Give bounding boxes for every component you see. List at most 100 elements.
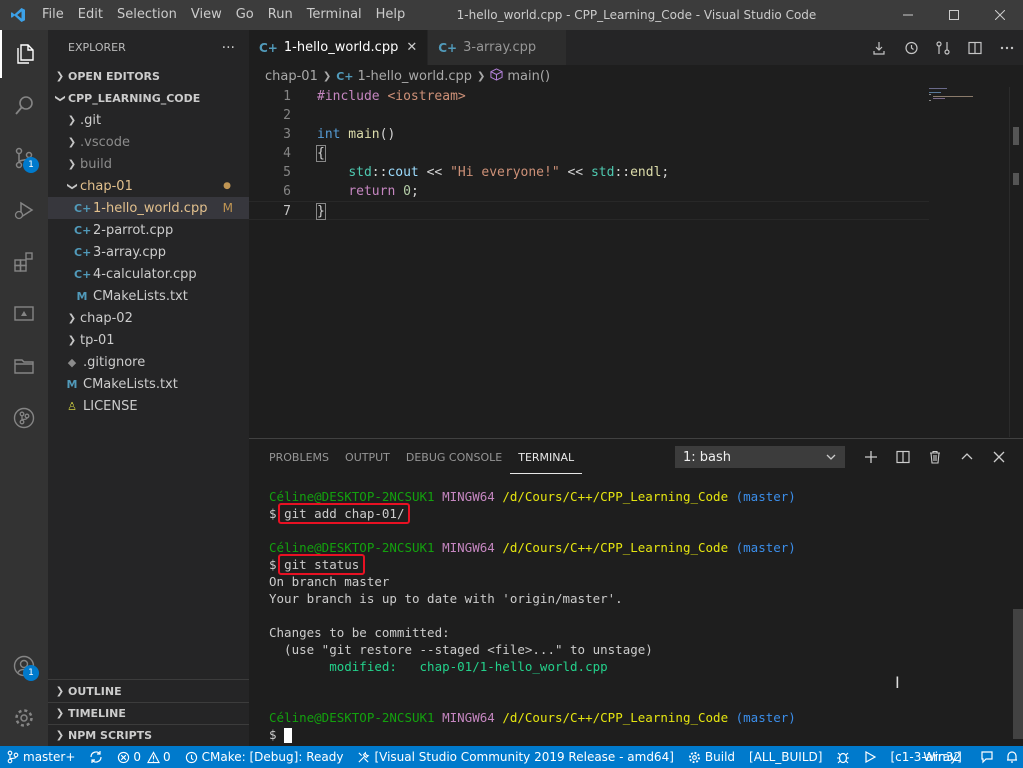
panel-actions [855, 439, 1015, 474]
tree-item-git[interactable]: ❯ .git [48, 109, 249, 131]
search-activity-button[interactable] [0, 82, 48, 130]
more-actions-button[interactable] [991, 30, 1023, 65]
close-icon [995, 10, 1005, 20]
tree-item-label: CMakeLists.txt [83, 376, 178, 392]
tree-item-label: chap-01 [80, 178, 133, 194]
modified-status-badge: M [222, 201, 233, 215]
close-tab-icon[interactable]: ✕ [406, 40, 417, 55]
tab-array[interactable]: C+ 3-array.cpp [428, 30, 568, 65]
tree-item-array[interactable]: C+ 3-array.cpp [48, 241, 249, 263]
split-editor-button[interactable] [959, 30, 991, 65]
outline-section[interactable]: ❯ OUTLINE [48, 680, 249, 702]
source-control-activity-button[interactable]: 1 [0, 134, 48, 182]
save-download-button[interactable] [863, 30, 895, 65]
kill-terminal-button[interactable] [919, 439, 951, 474]
code-token: ; [661, 165, 670, 180]
tree-item-gitignore[interactable]: ◆ .gitignore [48, 351, 249, 373]
scrollbar-marker [1013, 173, 1019, 185]
menu-bar: File Edit Selection View Go Run Terminal… [35, 0, 412, 30]
tab-terminal[interactable]: TERMINAL [510, 439, 583, 474]
code-token: return [348, 184, 396, 199]
folders-activity-button[interactable] [0, 342, 48, 390]
terminal-output[interactable]: Céline@DESKTOP-2NCSUK1 MINGW64 /d/Cours/… [269, 488, 1009, 743]
menu-help[interactable]: Help [369, 0, 413, 30]
maximize-button[interactable] [931, 0, 977, 30]
menu-terminal[interactable]: Terminal [300, 0, 369, 30]
platform-status[interactable]: Win32 [911, 746, 973, 768]
maximize-panel-button[interactable] [951, 439, 983, 474]
extensions-activity-button[interactable] [0, 238, 48, 286]
build-target-selector[interactable]: [ALL_BUILD] [742, 746, 829, 768]
menu-selection[interactable]: Selection [110, 0, 184, 30]
terminal-select[interactable]: 1: bash [675, 446, 845, 468]
accounts-activity-button[interactable]: 1 [0, 642, 48, 690]
branch-status[interactable]: master+ [0, 746, 82, 768]
tree-item-cmakelists-chap01[interactable]: M CMakeLists.txt [48, 285, 249, 307]
menu-go[interactable]: Go [229, 0, 261, 30]
editor-scrollbar[interactable] [1009, 87, 1023, 437]
sync-button[interactable] [82, 746, 110, 768]
tree-item-build[interactable]: ❯ build [48, 153, 249, 175]
build-button[interactable]: Build [681, 746, 742, 768]
run-debug-activity-button[interactable] [0, 186, 48, 234]
new-terminal-button[interactable] [855, 439, 887, 474]
tree-item-chap-02[interactable]: ❯ chap-02 [48, 307, 249, 329]
code-editor[interactable]: 1 #include <iostream> 2 3 int main() 4 {… [249, 87, 929, 437]
tab-hello-world[interactable]: C+ 1-hello_world.cpp ✕ [249, 30, 429, 65]
tree-item-cmakelists-root[interactable]: M CMakeLists.txt [48, 373, 249, 395]
cmake-file-icon: M [66, 377, 78, 391]
tree-item-tp-01[interactable]: ❯ tp-01 [48, 329, 249, 351]
feedback-button[interactable] [973, 746, 1001, 768]
git-graph-activity-button[interactable] [0, 394, 48, 442]
workspace-root-section[interactable]: ❯ CPP_LEARNING_CODE [48, 87, 249, 109]
play-icon [865, 751, 877, 763]
open-editors-section[interactable]: ❯ OPEN EDITORS [48, 65, 249, 87]
split-terminal-button[interactable] [887, 439, 919, 474]
code-token: main [340, 127, 380, 142]
cmake-kit-selector[interactable]: [Visual Studio Community 2019 Release - … [350, 746, 680, 768]
manage-activity-button[interactable] [0, 694, 48, 742]
close-panel-button[interactable] [983, 439, 1015, 474]
tree-item-chap-01[interactable]: ❯ chap-01 ● [48, 175, 249, 197]
tree-item-license[interactable]: ♙ LICENSE [48, 395, 249, 417]
problems-status[interactable]: 0 0 [110, 746, 177, 768]
breadcrumb-file[interactable]: 1-hello_world.cpp [358, 69, 472, 84]
cmake-status[interactable]: CMake: [Debug]: Ready [178, 746, 351, 768]
breadcrumb-folder[interactable]: chap-01 [265, 69, 318, 84]
explorer-activity-button[interactable] [0, 30, 48, 78]
line-number: 2 [283, 108, 291, 123]
tab-output[interactable]: OUTPUT [337, 439, 398, 474]
minimize-button[interactable] [885, 0, 931, 30]
code-token: { [316, 145, 326, 162]
timeline-section[interactable]: ❯ TIMELINE [48, 702, 249, 724]
tools-icon [358, 751, 370, 763]
menu-edit[interactable]: Edit [71, 0, 110, 30]
prompt-symbol: $ [269, 506, 277, 521]
tree-item-hello-world[interactable]: C+ 1-hello_world.cpp M [48, 197, 249, 219]
tab-problems[interactable]: PROBLEMS [261, 439, 337, 474]
terminal-scrollbar[interactable] [1013, 609, 1023, 739]
tab-debug-console[interactable]: DEBUG CONSOLE [398, 439, 510, 474]
npm-scripts-section[interactable]: ❯ NPM SCRIPTS [48, 724, 249, 746]
menu-run[interactable]: Run [261, 0, 300, 30]
minimap[interactable] [925, 87, 1009, 437]
tree-item-calculator[interactable]: C+ 4-calculator.cpp [48, 263, 249, 285]
tree-item-parrot[interactable]: C+ 2-parrot.cpp [48, 219, 249, 241]
breadcrumb-symbol[interactable]: main() [507, 69, 550, 84]
debug-button[interactable] [829, 746, 857, 768]
tree-item-vscode[interactable]: ❯ .vscode [48, 131, 249, 153]
close-window-button[interactable] [977, 0, 1023, 30]
compare-changes-button[interactable] [927, 30, 959, 65]
explorer-more-actions[interactable]: ··· [222, 40, 235, 56]
run-button[interactable] [857, 746, 883, 768]
remote-explorer-activity-button[interactable] [0, 290, 48, 338]
chevron-up-icon [961, 452, 973, 459]
chevron-right-icon: ❯ [55, 708, 65, 719]
notifications-button[interactable] [1001, 746, 1023, 768]
menu-view[interactable]: View [184, 0, 229, 30]
history-button[interactable] [895, 30, 927, 65]
menu-file[interactable]: File [35, 0, 71, 30]
download-icon [873, 41, 885, 55]
extensions-icon [14, 252, 33, 272]
